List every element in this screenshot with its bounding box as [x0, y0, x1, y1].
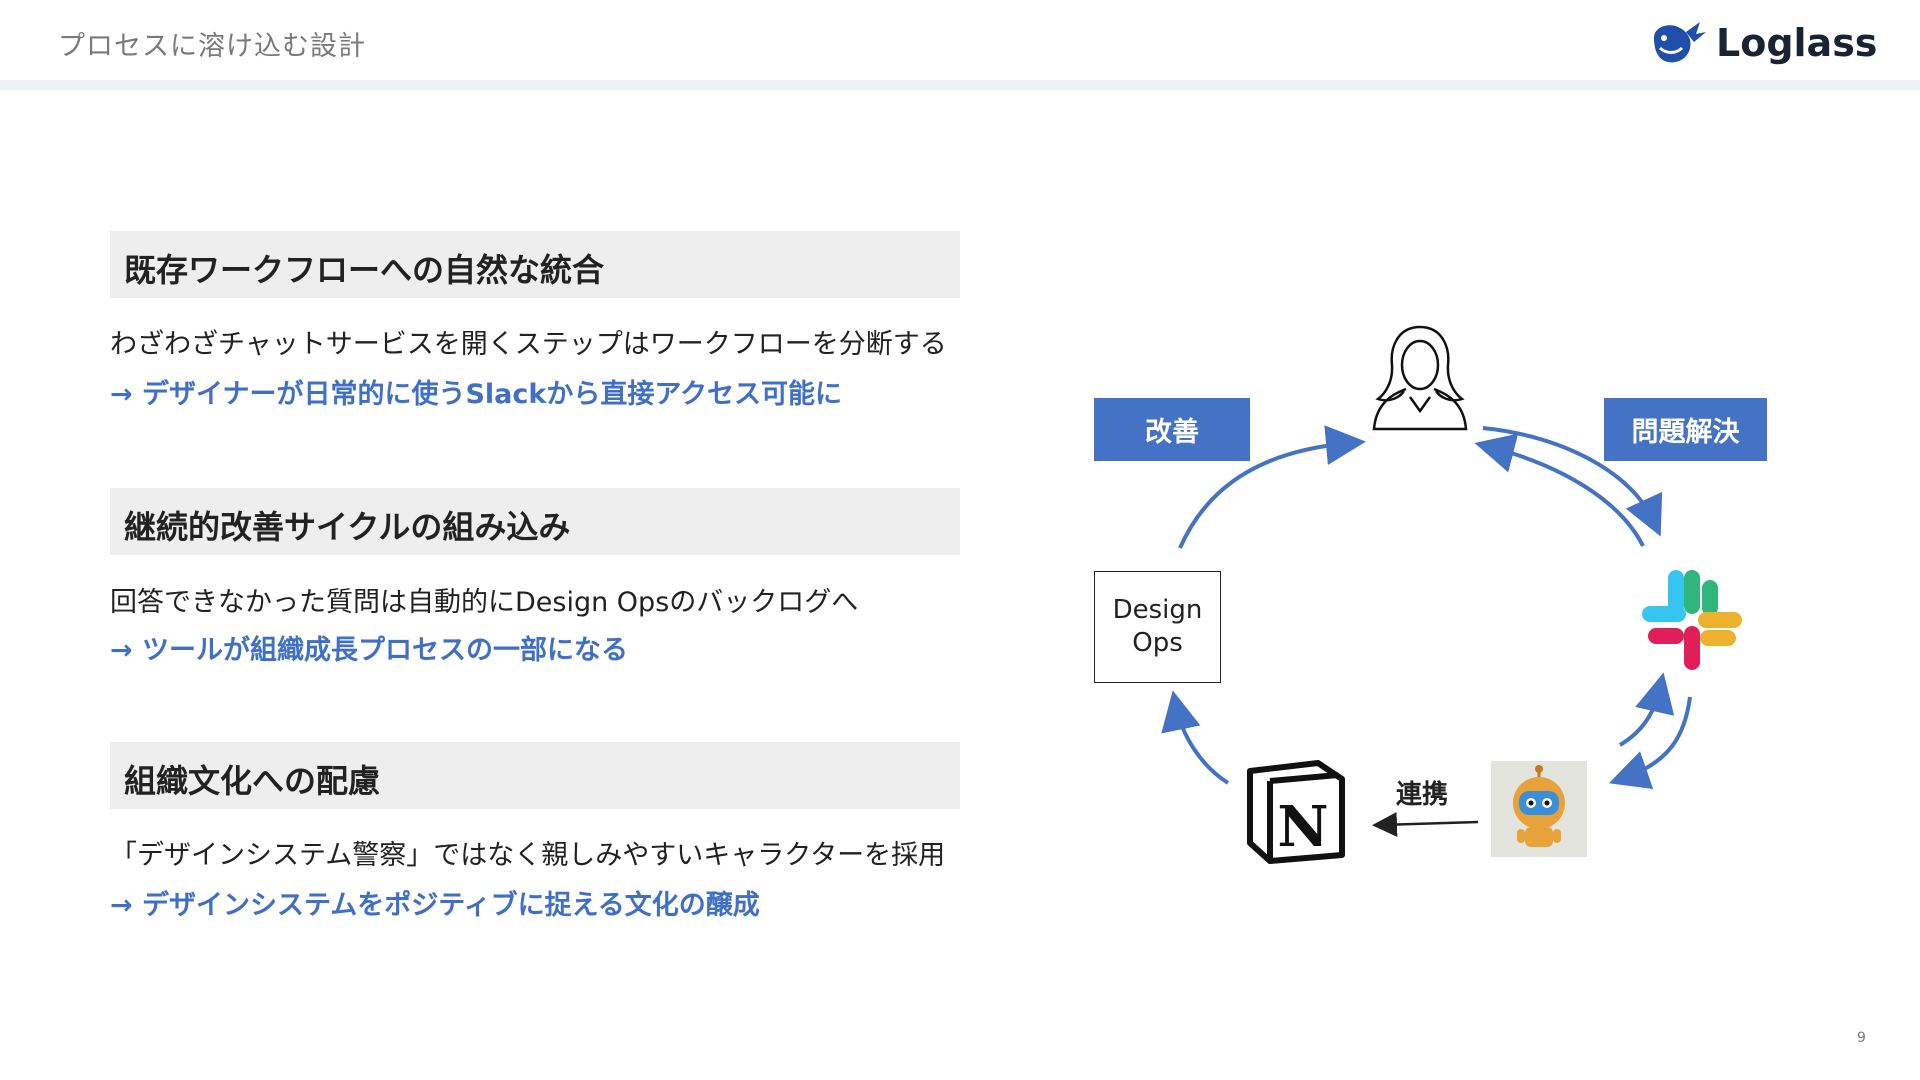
arrow-notion-to-ops: [1161, 690, 1230, 785]
cycle-diagram: N: [1161, 325, 1742, 864]
arrow-robot-to-slack: [1618, 672, 1675, 747]
arrow-robot-to-notion: [1372, 812, 1479, 838]
arrow-slack-to-person: [1474, 433, 1645, 547]
solve-label: 問題解決: [1604, 398, 1767, 461]
notion-letter: N: [1277, 794, 1328, 860]
robot-icon: [1491, 761, 1587, 857]
page-number: 9: [1857, 1030, 1866, 1046]
design-ops-box: Design Ops: [1094, 571, 1221, 683]
connect-label: 連携: [1396, 780, 1449, 810]
improve-label: 改善: [1094, 398, 1250, 461]
design-ops-line1: Design: [1112, 595, 1203, 625]
design-ops-line2: Ops: [1132, 628, 1183, 658]
person-icon: [1372, 325, 1468, 431]
slack-icon: [1642, 570, 1742, 670]
